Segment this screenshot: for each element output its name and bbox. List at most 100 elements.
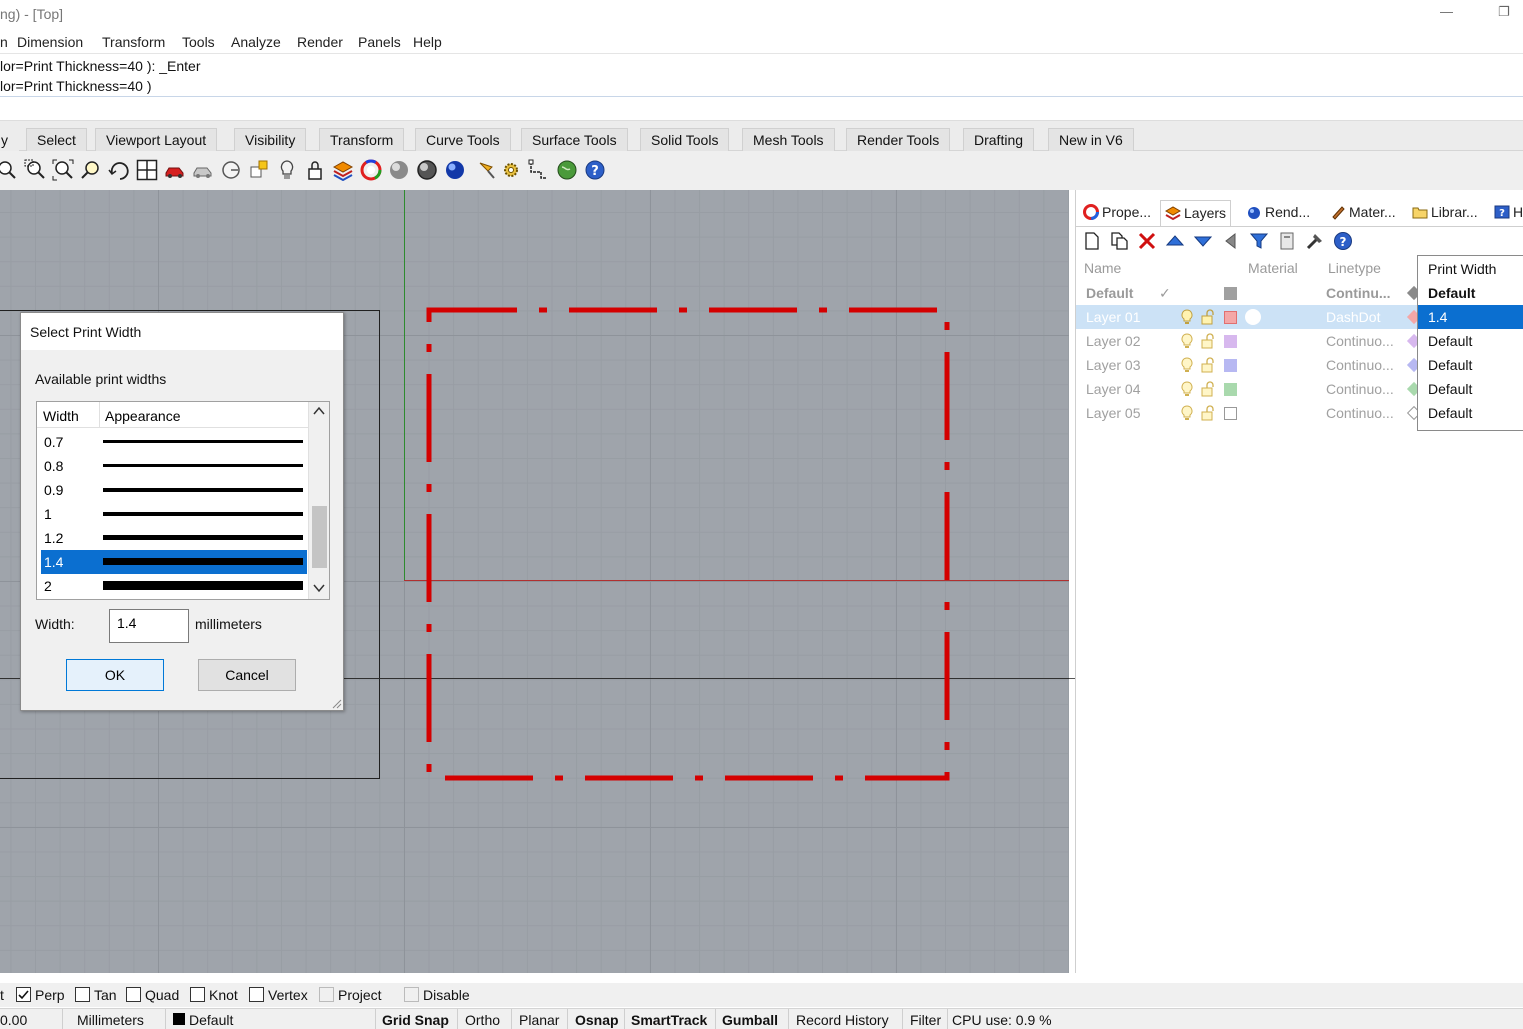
layer-row-layer-02[interactable]: Layer 02 Continuo... — [1076, 329, 1422, 353]
tab-libraries[interactable]: Librar... — [1408, 200, 1482, 226]
disable-checkbox[interactable] — [404, 987, 419, 1002]
scrollbar-thumb[interactable] — [312, 506, 327, 568]
list-item[interactable]: 0.9 — [41, 478, 307, 502]
tab-surface-tools[interactable]: Surface Tools — [521, 128, 628, 151]
tab-help[interactable]: ? H — [1490, 200, 1523, 226]
move-left-icon[interactable] — [1221, 231, 1241, 251]
tab-mesh-tools[interactable]: Mesh Tools — [742, 128, 835, 151]
named-views-icon[interactable] — [192, 159, 214, 181]
column-header-material[interactable]: Material — [1248, 260, 1298, 276]
menu-item-panels[interactable]: Panels — [358, 34, 401, 50]
osnap-label[interactable]: Knot — [209, 987, 238, 1003]
ortho-toggle[interactable]: Ortho — [465, 1012, 500, 1028]
color-wheel-icon[interactable] — [360, 159, 382, 181]
lightbulb-icon[interactable] — [1180, 357, 1194, 373]
print-width-cell[interactable]: Default — [1418, 281, 1523, 305]
lightbulb-icon[interactable] — [1180, 333, 1194, 349]
layer-color-swatch[interactable] — [1224, 287, 1237, 300]
tab-new-in-v6[interactable]: New in V6 — [1048, 128, 1134, 151]
lightbulb-icon[interactable] — [1180, 381, 1194, 397]
column-header-print-width[interactable]: Print Width — [1418, 257, 1523, 281]
zoom-selected-icon[interactable] — [80, 159, 102, 181]
menu-item-dimension[interactable]: Dimension — [17, 34, 83, 50]
tab-layers[interactable]: Layers — [1160, 200, 1232, 226]
osnap-label[interactable]: Disable — [423, 987, 470, 1003]
scroll-up-icon[interactable] — [313, 406, 325, 416]
grid-icon[interactable] — [528, 159, 550, 181]
tab-visibility[interactable]: Visibility — [234, 128, 307, 151]
tab-select[interactable]: Select — [26, 128, 87, 151]
knot-checkbox[interactable] — [190, 987, 205, 1002]
layer-color-swatch[interactable] — [1224, 359, 1237, 372]
project-checkbox[interactable] — [319, 987, 334, 1002]
layer-color-swatch[interactable] — [1224, 407, 1237, 420]
help-icon[interactable]: ? — [584, 159, 606, 181]
unlock-icon[interactable] — [1201, 381, 1215, 397]
planar-toggle[interactable]: Planar — [519, 1012, 559, 1028]
list-item[interactable]: 1.2 — [41, 526, 307, 550]
layer-row-layer-03[interactable]: Layer 03 Continuo... — [1076, 353, 1422, 377]
tab-properties[interactable]: Prope... — [1079, 200, 1155, 226]
layer-row-default[interactable]: Default ✓ Continu... — [1076, 281, 1422, 305]
column-header-name[interactable]: Name — [1084, 260, 1121, 276]
restore-button[interactable]: ❐ — [1498, 4, 1510, 20]
current-layer[interactable]: Default — [189, 1012, 233, 1028]
tab-viewport-layout[interactable]: Viewport Layout — [95, 128, 218, 151]
osnap-label[interactable]: Tan — [94, 987, 117, 1003]
osnap-label[interactable]: t — [0, 987, 4, 1003]
light-icon[interactable] — [276, 159, 298, 181]
print-width-cell[interactable]: Default — [1418, 401, 1523, 425]
print-width-cell[interactable]: Default — [1418, 377, 1523, 401]
gear-options-icon[interactable] — [500, 159, 522, 181]
resize-grip-icon[interactable] — [330, 697, 342, 709]
lock-icon[interactable] — [304, 159, 326, 181]
layer-color-swatch[interactable] — [1224, 383, 1237, 396]
new-layer-icon[interactable] — [1082, 231, 1102, 251]
zoom-window-icon[interactable] — [24, 159, 46, 181]
unlock-icon[interactable] — [1201, 333, 1215, 349]
help-icon[interactable]: ? — [1333, 231, 1353, 251]
unlock-icon[interactable] — [1201, 357, 1215, 373]
car-icon[interactable] — [164, 159, 186, 181]
filter-icon[interactable] — [1249, 231, 1269, 251]
cancel-button[interactable]: Cancel — [198, 659, 296, 691]
layer-row-layer-01[interactable]: Layer 01 DashDot — [1076, 305, 1422, 329]
tab-curve-tools[interactable]: Curve Tools — [415, 128, 511, 151]
tab-solid-tools[interactable]: Solid Tools — [640, 128, 730, 151]
ok-button[interactable]: OK — [66, 659, 164, 691]
osnap-label[interactable]: Perp — [35, 987, 65, 1003]
command-prompt-input[interactable] — [0, 97, 1523, 121]
grid-snap-toggle[interactable]: Grid Snap — [382, 1012, 449, 1028]
tab-render-tools[interactable]: Render Tools — [846, 128, 951, 151]
osnap-label[interactable]: Project — [338, 987, 382, 1003]
layer-row-layer-05[interactable]: Layer 05 Continuo... — [1076, 401, 1422, 425]
print-width-cell[interactable]: 1.4 — [1418, 305, 1523, 329]
smarttrack-toggle[interactable]: SmartTrack — [631, 1012, 707, 1028]
tan-checkbox[interactable] — [75, 987, 90, 1002]
tab-display[interactable]: y — [0, 128, 19, 151]
named-cplane-icon[interactable] — [220, 159, 242, 181]
column-header-width[interactable]: Width — [43, 408, 79, 424]
unlock-icon[interactable] — [1201, 309, 1215, 325]
column-header-appearance[interactable]: Appearance — [105, 408, 181, 424]
minimize-button[interactable]: — — [1440, 4, 1453, 19]
print-width-list[interactable]: Width Appearance 0.7 0.8 0.9 1 1.2 1.4 2 — [36, 401, 330, 600]
globe-icon[interactable] — [556, 159, 578, 181]
four-viewports-icon[interactable] — [136, 159, 158, 181]
snapshot-icon[interactable] — [248, 159, 270, 181]
material-sphere-icon[interactable] — [1244, 308, 1262, 326]
tab-rendering[interactable]: Rend... — [1242, 200, 1314, 226]
delete-icon[interactable] — [1137, 231, 1157, 251]
menu-item-view[interactable]: n — [0, 34, 8, 50]
tab-drafting[interactable]: Drafting — [963, 128, 1035, 151]
move-down-icon[interactable] — [1193, 231, 1213, 251]
osnap-toggle[interactable]: Osnap — [575, 1012, 619, 1028]
list-item[interactable]: 0.8 — [41, 454, 307, 478]
tab-transform[interactable]: Transform — [319, 128, 405, 151]
menu-item-tools[interactable]: Tools — [182, 34, 215, 50]
list-item[interactable]: 2 — [41, 574, 307, 598]
layer-color-swatch[interactable] — [1224, 311, 1237, 324]
list-item[interactable]: 0.7 — [41, 430, 307, 454]
zoom-in-icon[interactable] — [0, 159, 18, 181]
lightbulb-icon[interactable] — [1180, 405, 1194, 421]
